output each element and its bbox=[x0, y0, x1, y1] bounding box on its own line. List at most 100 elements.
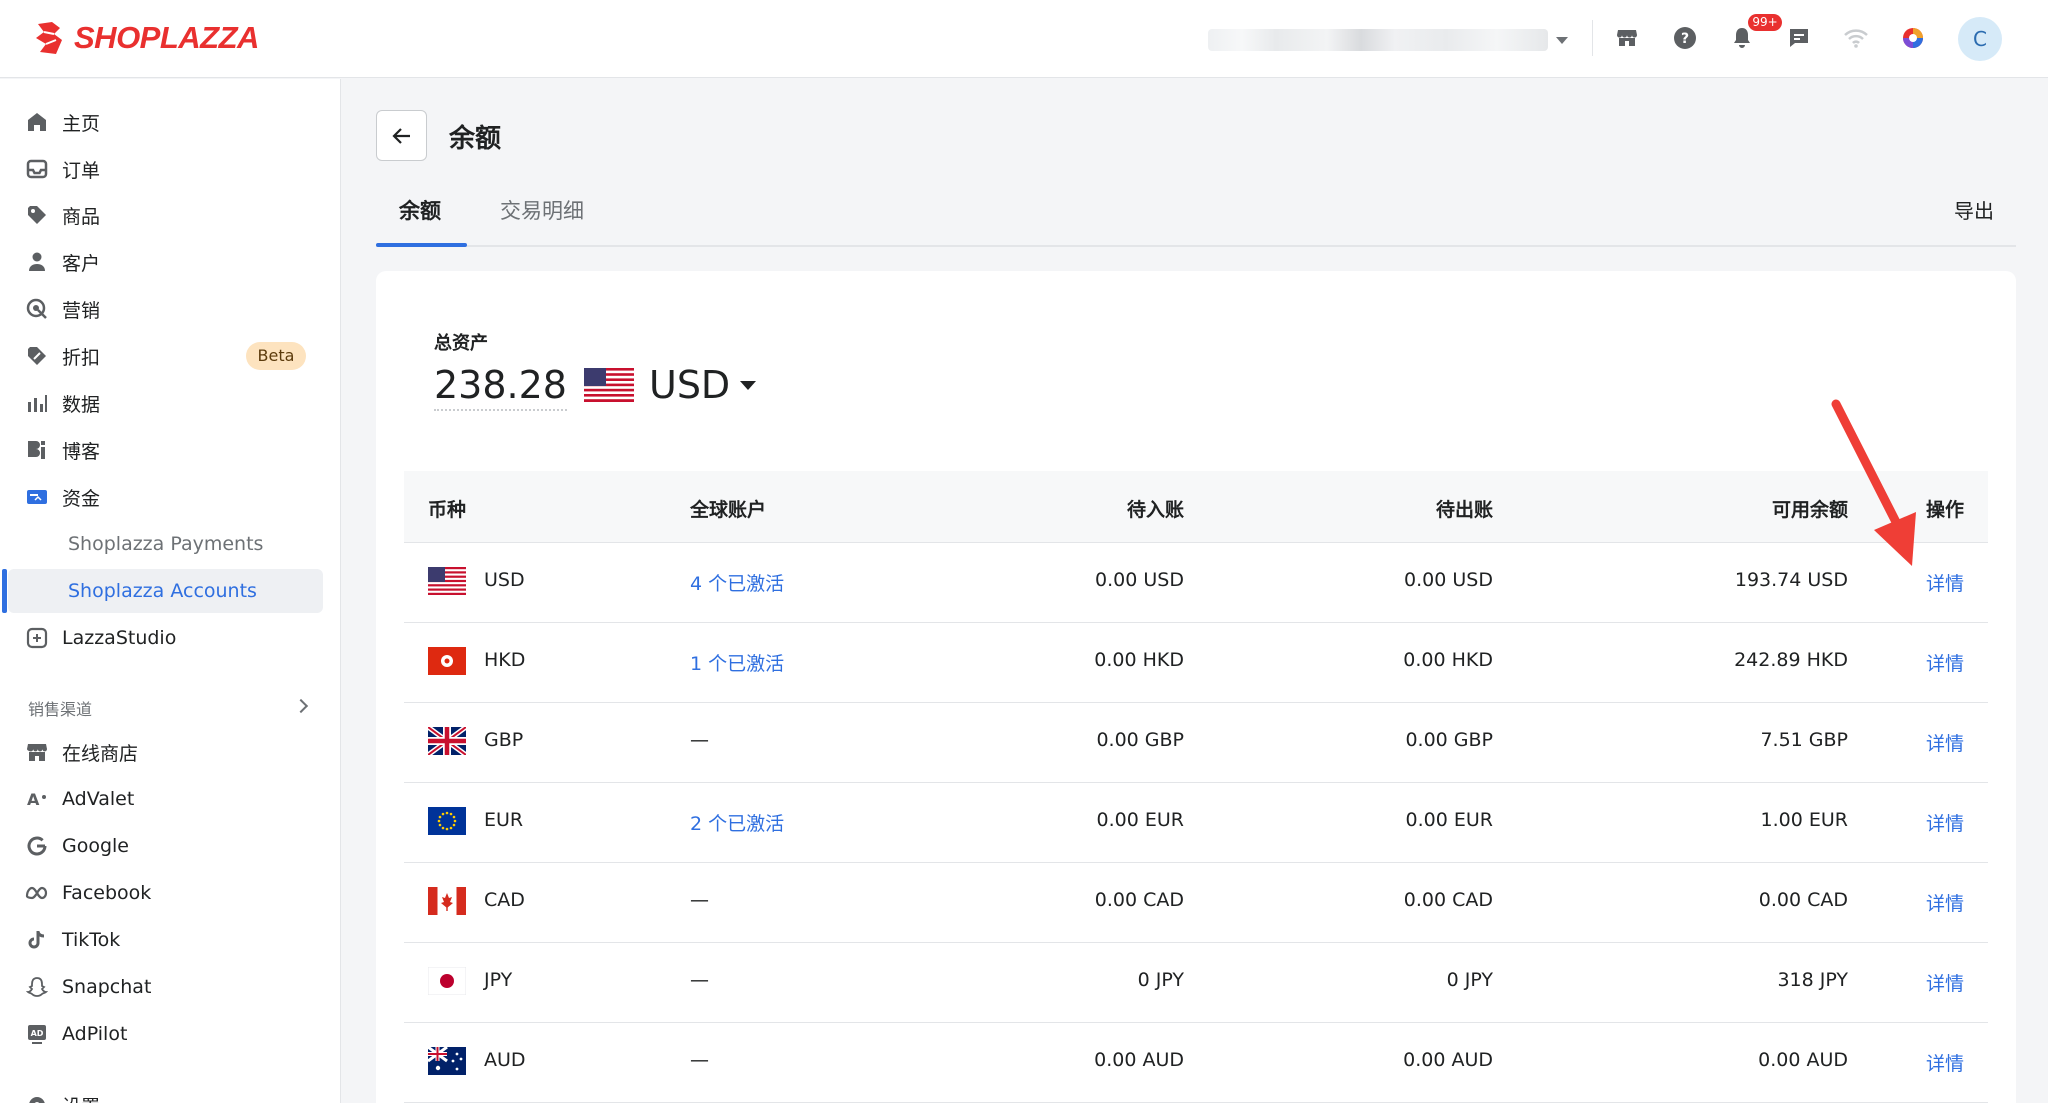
chat-icon[interactable] bbox=[1785, 24, 1813, 52]
adpilot-icon: AD bbox=[24, 1021, 50, 1047]
tab-active-indicator bbox=[376, 243, 467, 247]
sidebar-item-analytics[interactable]: 数据 bbox=[0, 381, 340, 425]
pending-out-value: 0.00 CAD bbox=[1403, 889, 1493, 911]
logo-text: SHOPLAZZA bbox=[74, 20, 259, 55]
help-icon[interactable]: ? bbox=[1671, 24, 1699, 52]
sidebar-item-label: Facebook bbox=[62, 882, 152, 904]
tab-transactions[interactable]: 交易明细 bbox=[500, 195, 584, 225]
details-link[interactable]: 详情 bbox=[1926, 569, 1964, 596]
global-accounts-value: — bbox=[690, 969, 709, 991]
header-divider bbox=[1592, 20, 1593, 56]
currency-code: CAD bbox=[484, 889, 525, 911]
user-avatar[interactable]: C bbox=[1958, 17, 2002, 61]
tab-balance[interactable]: 余额 bbox=[399, 195, 441, 225]
sidebar-channel-online-store[interactable]: 在线商店 bbox=[0, 730, 340, 774]
table-row: EUR 2 个已激活 0.00 EUR 0.00 EUR 1.00 EUR 详情 bbox=[404, 783, 1988, 863]
shoplazza-logo[interactable]: SHOPLAZZA bbox=[32, 20, 259, 56]
sidebar-item-products[interactable]: 商品 bbox=[0, 193, 340, 237]
sidebar-channel-advalet[interactable]: A AdValet bbox=[0, 777, 340, 821]
sidebar-item-orders[interactable]: 订单 bbox=[0, 147, 340, 191]
details-link[interactable]: 详情 bbox=[1926, 1049, 1964, 1076]
gb-flag-icon bbox=[428, 727, 466, 755]
global-accounts-value: — bbox=[690, 729, 709, 751]
global-accounts-link[interactable]: 1 个已激活 bbox=[690, 649, 784, 676]
pending-in-value: 0.00 EUR bbox=[1096, 809, 1184, 831]
ca-flag-icon bbox=[428, 887, 466, 915]
svg-text:A: A bbox=[27, 790, 40, 809]
sidebar-item-home[interactable]: 主页 bbox=[0, 100, 340, 144]
store-selector[interactable] bbox=[1208, 28, 1570, 52]
sidebar-item-customers[interactable]: 客户 bbox=[0, 240, 340, 284]
pending-out-value: 0.00 GBP bbox=[1405, 729, 1493, 751]
color-wheel-icon[interactable] bbox=[1899, 24, 1927, 52]
pending-in-value: 0.00 CAD bbox=[1094, 889, 1184, 911]
person-icon bbox=[24, 249, 50, 275]
wallet-icon bbox=[24, 484, 50, 510]
sidebar-item-label: 客户 bbox=[62, 252, 101, 275]
pending-in-value: 0 JPY bbox=[1137, 969, 1184, 991]
details-link[interactable]: 详情 bbox=[1926, 889, 1964, 916]
details-link[interactable]: 详情 bbox=[1926, 729, 1964, 756]
caret-down-icon[interactable] bbox=[740, 381, 756, 390]
currency-code: USD bbox=[484, 569, 525, 591]
sidebar-item-label: 博客 bbox=[62, 440, 101, 463]
table-row: JPY — 0 JPY 0 JPY 318 JPY 详情 bbox=[404, 943, 1988, 1023]
sidebar-channel-google[interactable]: Google bbox=[0, 824, 340, 868]
sidebar-item-lazzastudio[interactable]: LazzaStudio bbox=[0, 616, 340, 660]
export-button[interactable]: 导出 bbox=[1954, 195, 1994, 224]
active-indicator bbox=[2, 569, 7, 613]
shoplazza-logo-icon bbox=[36, 22, 62, 54]
sidebar-item-label: TikTok bbox=[62, 929, 121, 951]
sidebar-channel-facebook[interactable]: Facebook bbox=[0, 871, 340, 915]
total-assets-label: 总资产 bbox=[434, 333, 488, 354]
sidebar-item-marketing[interactable]: 营销 bbox=[0, 287, 340, 331]
pending-out-value: 0.00 EUR bbox=[1405, 809, 1493, 831]
pending-in-value: 0.00 GBP bbox=[1096, 729, 1184, 751]
sidebar-item-blog[interactable]: 博客 bbox=[0, 428, 340, 472]
global-accounts-link[interactable]: 4 个已激活 bbox=[690, 569, 784, 596]
store-icon[interactable] bbox=[1613, 24, 1641, 52]
col-global-accounts: 全球账户 bbox=[690, 499, 767, 521]
sidebar-item-label: Snapchat bbox=[62, 976, 152, 998]
sidebar-item-settings[interactable]: 设置 bbox=[0, 1083, 340, 1103]
meta-icon bbox=[24, 880, 50, 906]
advalet-icon: A bbox=[24, 786, 50, 812]
table-row: AUD — 0.00 AUD 0.00 AUD 0.00 AUD 详情 bbox=[404, 1023, 1988, 1103]
global-accounts-value: — bbox=[690, 889, 709, 911]
sidebar-channel-tiktok[interactable]: TikTok bbox=[0, 918, 340, 962]
pending-in-value: 0.00 USD bbox=[1095, 569, 1184, 591]
available-balance-value: 318 JPY bbox=[1777, 969, 1848, 991]
wifi-icon[interactable] bbox=[1842, 24, 1870, 52]
pending-out-value: 0.00 AUD bbox=[1403, 1049, 1493, 1071]
sidebar-channel-snapchat[interactable]: Snapchat bbox=[0, 965, 340, 1009]
sidebar-item-label: 设置 bbox=[62, 1092, 100, 1103]
page-title: 余额 bbox=[449, 124, 502, 154]
currency-code: AUD bbox=[484, 1049, 526, 1071]
col-currency: 币种 bbox=[428, 499, 467, 521]
details-link[interactable]: 详情 bbox=[1926, 969, 1964, 996]
arrow-left-icon bbox=[391, 127, 410, 144]
snapchat-icon bbox=[24, 974, 50, 1000]
sidebar-item-finance[interactable]: 资金 bbox=[0, 475, 340, 519]
pending-in-value: 0.00 AUD bbox=[1094, 1049, 1184, 1071]
sidebar-subitem-shoplazza-payments[interactable]: Shoplazza Payments bbox=[8, 522, 323, 566]
total-currency[interactable]: USD bbox=[649, 363, 730, 407]
details-link[interactable]: 详情 bbox=[1926, 649, 1964, 676]
col-pending-in: 待入账 bbox=[1126, 499, 1184, 521]
caret-down-icon bbox=[1556, 36, 1568, 44]
sidebar-subitem-shoplazza-accounts[interactable]: Shoplazza Accounts bbox=[8, 569, 323, 613]
google-icon bbox=[24, 833, 50, 859]
global-accounts-link[interactable]: 2 个已激活 bbox=[690, 809, 784, 836]
pending-in-value: 0.00 HKD bbox=[1094, 649, 1184, 671]
store-name-redacted bbox=[1208, 29, 1548, 51]
chevron-right-icon[interactable] bbox=[293, 698, 309, 714]
sidebar-item-label: 主页 bbox=[62, 112, 101, 135]
col-available: 可用余额 bbox=[1771, 499, 1848, 521]
details-link[interactable]: 详情 bbox=[1926, 809, 1964, 836]
sales-channels-label: 销售渠道 bbox=[28, 700, 93, 719]
back-button[interactable] bbox=[376, 110, 427, 161]
hk-flag-icon bbox=[428, 647, 466, 675]
sidebar-item-label: 商品 bbox=[62, 205, 101, 228]
sidebar-item-label: Google bbox=[62, 835, 130, 857]
sidebar-channel-adpilot[interactable]: AD AdPilot bbox=[0, 1012, 340, 1056]
